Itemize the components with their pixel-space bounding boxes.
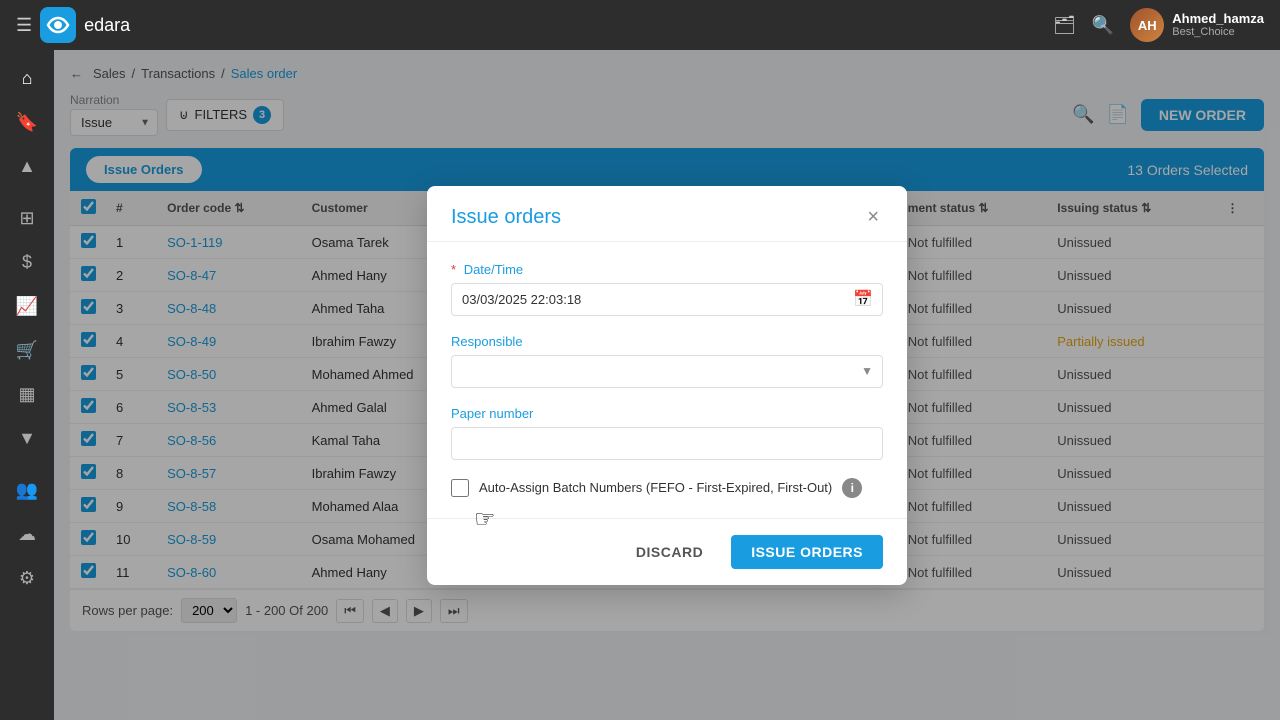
topnav-right: 🗂 🔍 AH Ahmed_hamza Best_Choice — [1053, 8, 1264, 42]
hamburger-icon[interactable]: ☰ — [16, 15, 32, 36]
datetime-group: * Date/Time 📅 — [451, 262, 883, 316]
sidebar-item-analytics[interactable]: 📈 — [7, 286, 47, 326]
responsible-label: Responsible — [451, 334, 883, 349]
topnav-search-icon[interactable]: 🔍 — [1092, 15, 1114, 36]
responsible-select-wrap: ▼ — [451, 355, 883, 388]
modal-close-button[interactable]: × — [863, 207, 883, 227]
avatar: AH — [1130, 8, 1164, 42]
modal-title: Issue orders — [451, 206, 561, 229]
info-icon[interactable]: i — [842, 478, 862, 498]
logo-area: ☰ edara — [16, 7, 1041, 43]
topnav-docs-icon[interactable]: 🗂 — [1053, 15, 1076, 36]
top-navigation: ☰ edara 🗂 🔍 AH Ahmed_hamza Best_Choice — [0, 0, 1280, 50]
datetime-input-wrap: 📅 — [451, 283, 883, 316]
app-logo-icon — [40, 7, 76, 43]
sidebar-item-grid[interactable]: ⊞ — [7, 198, 47, 238]
responsible-select[interactable] — [451, 355, 883, 388]
sidebar-item-expand[interactable]: ▼ — [7, 418, 47, 458]
modal-header: Issue orders × — [427, 186, 907, 242]
responsible-group: Responsible ▼ — [451, 334, 883, 388]
sidebar-item-home[interactable]: ⌂ — [7, 58, 47, 98]
paper-number-input[interactable] — [451, 427, 883, 460]
paper-number-label: Paper number — [451, 406, 883, 421]
discard-button[interactable]: DISCARD — [620, 536, 719, 568]
modal-footer: DISCARD ISSUE ORDERS — [427, 518, 907, 585]
auto-assign-row: Auto-Assign Batch Numbers (FEFO - First-… — [451, 478, 883, 498]
datetime-label: * Date/Time — [451, 262, 883, 277]
auto-assign-checkbox[interactable] — [451, 479, 469, 497]
sidebar-item-finance[interactable]: $ — [7, 242, 47, 282]
app-name: edara — [84, 15, 130, 36]
main-content: ← Sales / Transactions / Sales order Nar… — [54, 50, 1280, 720]
issue-orders-submit-button[interactable]: ISSUE ORDERS — [731, 535, 883, 569]
auto-assign-label: Auto-Assign Batch Numbers (FEFO - First-… — [479, 480, 832, 495]
datetime-input[interactable] — [451, 283, 883, 316]
calendar-icon[interactable]: 📅 — [853, 289, 873, 309]
sidebar-item-users[interactable]: 👥 — [7, 470, 47, 510]
sidebar-item-collapse[interactable]: ▲ — [7, 146, 47, 186]
paper-number-group: Paper number — [451, 406, 883, 460]
modal-overlay: Issue orders × * Date/Time 📅 — [54, 50, 1280, 720]
user-info: Ahmed_hamza Best_Choice — [1172, 11, 1264, 40]
sidebar-item-settings[interactable]: ⚙ — [7, 558, 47, 598]
sidebar-item-bookmark[interactable]: 🔖 — [7, 102, 47, 142]
required-star: * — [451, 262, 456, 277]
sidebar: ⌂ 🔖 ▲ ⊞ $ 📈 🛒 ▦ ▼ 👥 ☁ ⚙ — [0, 50, 54, 720]
issue-orders-modal: Issue orders × * Date/Time 📅 — [427, 186, 907, 585]
modal-body: * Date/Time 📅 Responsible — [427, 242, 907, 518]
user-role: Best_Choice — [1172, 26, 1264, 39]
sidebar-item-reports[interactable]: ▦ — [7, 374, 47, 414]
user-menu[interactable]: AH Ahmed_hamza Best_Choice — [1130, 8, 1264, 42]
sidebar-item-cloud[interactable]: ☁ — [7, 514, 47, 554]
username: Ahmed_hamza — [1172, 11, 1264, 27]
sidebar-item-cart[interactable]: 🛒 — [7, 330, 47, 370]
